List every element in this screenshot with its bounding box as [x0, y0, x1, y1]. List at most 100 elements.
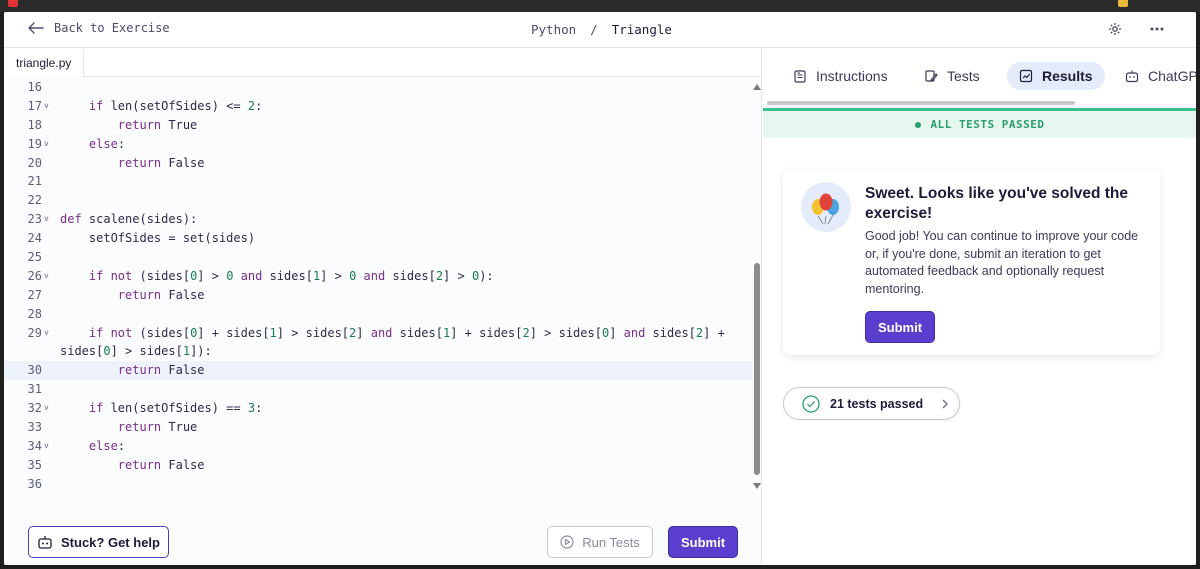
code-line[interactable]: 35 return False	[4, 456, 752, 475]
code-text: return False	[117, 155, 205, 170]
code-line[interactable]: 25	[4, 248, 752, 267]
line-number: 26	[27, 268, 42, 283]
code-text: return False	[117, 457, 205, 472]
back-label: Back to Exercise	[54, 21, 170, 35]
line-number: 32	[27, 401, 42, 416]
code-line[interactable]: 34 v else:	[4, 437, 752, 456]
code-text: setOfSides = set(sides)	[60, 231, 256, 246]
robot-icon	[1125, 70, 1139, 83]
clipboard-icon	[794, 70, 806, 83]
line-number: 28	[27, 306, 42, 321]
editor-submit-button[interactable]: Submit	[668, 526, 738, 558]
chevron-right-icon	[942, 399, 949, 408]
play-circle-icon	[560, 535, 574, 549]
pencil-note-icon	[925, 70, 938, 82]
bookmark-item[interactable]	[1118, 0, 1128, 8]
fold-toggle-icon[interactable]: v	[44, 97, 49, 116]
code-line[interactable]: sides[0] > sides[1]):	[4, 342, 752, 361]
code-line[interactable]: 21	[4, 172, 752, 191]
more-options-icon[interactable]	[1150, 26, 1164, 32]
fold-toggle-icon[interactable]: v	[44, 437, 49, 456]
breadcrumb-separator: /	[590, 22, 598, 37]
submit-iteration-button[interactable]: Submit	[865, 311, 935, 343]
code-line[interactable]: 29 v if not (sides[0] + sides[1] > sides[…	[4, 324, 752, 343]
line-number: 23	[27, 212, 42, 227]
app-window: Back to Exercise Python / Triangle trian…	[4, 12, 1196, 565]
code-text: if len(setOfSides) <= 2:	[88, 98, 263, 113]
code-text: def scalene(sides):	[60, 212, 198, 227]
code-line[interactable]: 24 setOfSides = set(sides)	[4, 229, 752, 248]
fold-toggle-icon[interactable]: v	[44, 135, 49, 154]
tests-passed-pill[interactable]: 21 tests passed	[783, 387, 960, 420]
code-line[interactable]: 17 v if len(setOfSides) <= 2:	[4, 97, 752, 116]
success-card: Sweet. Looks like you've solved the exer…	[783, 170, 1160, 355]
code-line[interactable]: 22	[4, 191, 752, 210]
tab-results[interactable]: Results	[1007, 62, 1105, 90]
top-bar: Back to Exercise Python / Triangle	[4, 12, 1196, 48]
code-line[interactable]: 31	[4, 380, 752, 399]
get-help-label: Stuck? Get help	[61, 534, 160, 550]
file-tab-triangle[interactable]: triangle.py	[4, 49, 85, 77]
line-number: 22	[27, 193, 42, 208]
fold-toggle-icon[interactable]: v	[44, 210, 49, 229]
code-text: else:	[88, 136, 126, 151]
tab-results-label: Results	[1042, 68, 1093, 84]
tab-chatgpt-label: ChatGP	[1148, 68, 1196, 84]
robot-icon	[38, 536, 52, 549]
code-line[interactable]: 20 return False	[4, 154, 752, 173]
code-line[interactable]: 27 return False	[4, 286, 752, 305]
editor-actions: Stuck? Get help Run Tests Submit	[4, 505, 762, 565]
line-number: 31	[27, 382, 42, 397]
tab-tests[interactable]: Tests	[912, 62, 992, 90]
code-text: return True	[117, 117, 198, 132]
code-area[interactable]: 16 17 v if len(setOfSides) <= 2: 18 return …	[4, 78, 752, 498]
get-help-button[interactable]: Stuck? Get help	[28, 526, 169, 558]
success-message: Good job! You can continue to improve yo…	[865, 229, 1139, 296]
fold-toggle-icon[interactable]: v	[44, 399, 49, 418]
line-number: 16	[27, 80, 42, 94]
line-number: 19	[27, 136, 42, 151]
gear-icon[interactable]	[1108, 22, 1122, 36]
bookmark-item[interactable]	[8, 0, 18, 8]
check-circle-icon	[802, 394, 820, 413]
run-tests-button[interactable]: Run Tests	[547, 526, 653, 558]
code-text: if not (sides[0] > 0 and sides[1] > 0 an…	[88, 268, 494, 283]
line-number: 25	[27, 250, 42, 265]
code-line[interactable]: 28	[4, 305, 752, 324]
code-line[interactable]: 36	[4, 475, 752, 494]
line-number: 34	[27, 438, 42, 453]
code-line[interactable]: 18 return True	[4, 116, 752, 135]
tabs-horizontal-scrollbar[interactable]	[767, 101, 1075, 105]
balloons-icon	[801, 182, 851, 232]
code-line[interactable]: 16	[4, 78, 752, 97]
fold-toggle-icon[interactable]: v	[44, 267, 49, 286]
editor-scrollbar[interactable]	[752, 78, 762, 498]
success-title: Sweet. Looks like you've solved the exer…	[865, 185, 1128, 222]
browser-bookmarks-bar	[0, 0, 1200, 12]
code-line[interactable]: 23 v def scalene(sides):	[4, 210, 752, 229]
tab-chatgpt[interactable]: ChatGP	[1113, 62, 1196, 90]
line-number: 35	[27, 457, 42, 472]
scrollbar-thumb[interactable]	[754, 263, 760, 475]
fold-toggle-icon[interactable]: v	[44, 324, 49, 343]
tab-instructions-label: Instructions	[816, 68, 888, 84]
scroll-up-arrow-icon[interactable]	[753, 84, 761, 90]
top-icons	[1108, 22, 1164, 36]
code-text: sides[0] > sides[1]):	[60, 344, 212, 359]
panel-tabs: Instructions Tests Results ChatGP	[763, 49, 1196, 105]
chart-check-icon	[1019, 69, 1033, 83]
code-line[interactable]: 26 v if not (sides[0] > 0 and sides[1] > …	[4, 267, 752, 286]
code-line[interactable]: 30 return False	[4, 361, 752, 381]
tab-instructions[interactable]: Instructions	[781, 62, 900, 90]
status-text: ALL TESTS PASSED	[930, 118, 1045, 131]
status-dot-icon	[914, 121, 921, 128]
line-number: 27	[27, 287, 42, 302]
code-line[interactable]: 32 v if len(setOfSides) == 3:	[4, 399, 752, 418]
back-to-exercise-link[interactable]: Back to Exercise	[28, 21, 170, 35]
line-number: 30	[27, 363, 42, 378]
breadcrumb-language[interactable]: Python	[531, 22, 576, 37]
code-line[interactable]: 19 v else:	[4, 135, 752, 154]
scroll-down-arrow-icon[interactable]	[753, 483, 761, 489]
tab-tests-label: Tests	[947, 68, 980, 84]
code-line[interactable]: 33 return True	[4, 418, 752, 437]
